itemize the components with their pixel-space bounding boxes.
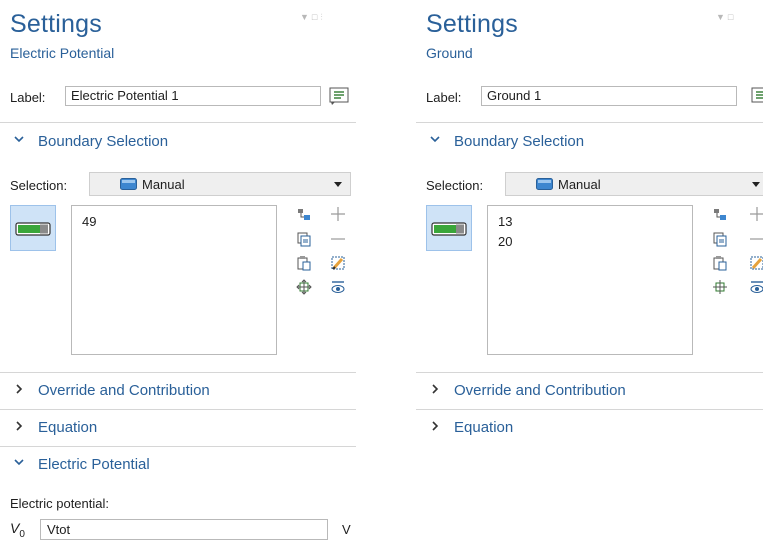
divider bbox=[0, 122, 356, 123]
label-caption: Label: bbox=[10, 90, 46, 105]
label-field[interactable] bbox=[481, 86, 737, 106]
chevron-down-icon bbox=[430, 136, 440, 143]
active-toggle-icon bbox=[431, 222, 467, 236]
divider bbox=[416, 409, 763, 410]
boundary-list[interactable]: 49 bbox=[71, 205, 277, 355]
section-title: Override and Contribution bbox=[454, 382, 626, 399]
chevron-right-icon bbox=[432, 421, 439, 431]
manual-domain-icon bbox=[120, 178, 137, 190]
zoom-selected-icon[interactable] bbox=[296, 279, 312, 295]
section-equation[interactable]: Equation bbox=[416, 411, 763, 445]
section-override-contribution[interactable]: Override and Contribution bbox=[0, 374, 356, 408]
selection-caption: Selection: bbox=[10, 178, 68, 193]
remove-icon[interactable] bbox=[749, 231, 763, 247]
go-to-source-icon[interactable] bbox=[296, 207, 312, 223]
active-toggle-icon bbox=[15, 222, 51, 236]
chevron-right-icon bbox=[16, 384, 23, 394]
label-row: Label: bbox=[10, 86, 350, 110]
section-equation[interactable]: Equation bbox=[0, 411, 356, 445]
clear-selection-icon[interactable] bbox=[749, 255, 763, 271]
divider bbox=[416, 122, 763, 123]
label-caption: Label: bbox=[426, 90, 462, 105]
edit-label-icon[interactable] bbox=[328, 86, 350, 106]
show-selection-icon[interactable] bbox=[749, 279, 763, 295]
boundary-list[interactable]: 13 20 bbox=[487, 205, 693, 355]
maximize-icon[interactable]: □ bbox=[728, 12, 736, 22]
paste-icon[interactable] bbox=[296, 255, 312, 271]
section-title: Electric Potential bbox=[38, 456, 150, 473]
add-icon[interactable] bbox=[330, 206, 346, 222]
symbol-letter: V bbox=[10, 520, 20, 536]
divider bbox=[416, 372, 763, 373]
selection-dropdown[interactable]: Manual bbox=[89, 172, 351, 196]
active-toggle-button[interactable] bbox=[10, 205, 56, 251]
list-item[interactable]: 20 bbox=[498, 234, 512, 249]
selection-value: Manual bbox=[142, 177, 185, 192]
settings-panel-electric-potential: Settings Electric Potential ▼□⫶ Label: B… bbox=[0, 0, 356, 548]
section-title: Override and Contribution bbox=[38, 382, 210, 399]
section-title: Boundary Selection bbox=[454, 133, 585, 150]
divider bbox=[0, 409, 356, 410]
window-controls: ▼□ bbox=[716, 12, 736, 22]
remove-icon[interactable] bbox=[330, 231, 346, 247]
potential-symbol: V0 bbox=[10, 520, 25, 540]
electric-potential-field[interactable]: Vtot bbox=[40, 519, 328, 540]
chevron-down-icon bbox=[752, 182, 760, 187]
copy-icon[interactable] bbox=[296, 231, 312, 247]
paste-icon[interactable] bbox=[712, 255, 728, 271]
zoom-selected-icon[interactable] bbox=[712, 279, 728, 295]
settings-panel-ground: Settings Ground ▼□ Label: Boundary Selec… bbox=[416, 0, 763, 548]
chevron-down-icon bbox=[334, 182, 342, 187]
panel-title: Settings bbox=[10, 10, 102, 38]
panel-subtitle: Ground bbox=[426, 45, 473, 61]
dropdown-icon[interactable]: ▼ bbox=[716, 12, 728, 22]
section-title: Boundary Selection bbox=[38, 133, 169, 150]
window-controls: ▼□⫶ bbox=[300, 12, 326, 23]
add-icon[interactable] bbox=[749, 206, 763, 222]
label-row: Label: bbox=[426, 86, 763, 110]
chevron-down-icon bbox=[14, 136, 24, 143]
manual-domain-icon bbox=[536, 178, 553, 190]
clear-selection-icon[interactable] bbox=[330, 255, 346, 271]
pin-icon[interactable]: ⫶ bbox=[320, 12, 325, 22]
selection-value: Manual bbox=[558, 177, 601, 192]
chevron-right-icon bbox=[432, 384, 439, 394]
section-electric-potential[interactable]: Electric Potential bbox=[0, 448, 356, 482]
section-title: Equation bbox=[38, 419, 98, 436]
label-field[interactable] bbox=[65, 86, 321, 106]
selection-caption: Selection: bbox=[426, 178, 484, 193]
divider bbox=[0, 446, 356, 447]
show-selection-icon[interactable] bbox=[330, 279, 346, 295]
chevron-right-icon bbox=[16, 421, 23, 431]
go-to-source-icon[interactable] bbox=[712, 207, 728, 223]
section-boundary-selection[interactable]: Boundary Selection bbox=[0, 125, 356, 159]
selection-dropdown[interactable]: Manual bbox=[505, 172, 763, 196]
section-override-contribution[interactable]: Override and Contribution bbox=[416, 374, 763, 408]
unit-label: V bbox=[342, 522, 351, 537]
dropdown-icon[interactable]: ▼ bbox=[300, 12, 312, 22]
active-toggle-button[interactable] bbox=[426, 205, 472, 251]
panel-title: Settings bbox=[426, 10, 518, 38]
chevron-down-icon bbox=[14, 459, 24, 466]
section-title: Equation bbox=[454, 419, 514, 436]
list-item[interactable]: 49 bbox=[82, 214, 96, 229]
section-boundary-selection[interactable]: Boundary Selection bbox=[416, 125, 763, 159]
symbol-subscript: 0 bbox=[19, 528, 25, 540]
divider bbox=[0, 372, 356, 373]
copy-icon[interactable] bbox=[712, 231, 728, 247]
edit-label-icon[interactable] bbox=[750, 86, 763, 106]
list-item[interactable]: 13 bbox=[498, 214, 512, 229]
panel-subtitle: Electric Potential bbox=[10, 45, 115, 61]
electric-potential-caption: Electric potential: bbox=[10, 496, 109, 511]
